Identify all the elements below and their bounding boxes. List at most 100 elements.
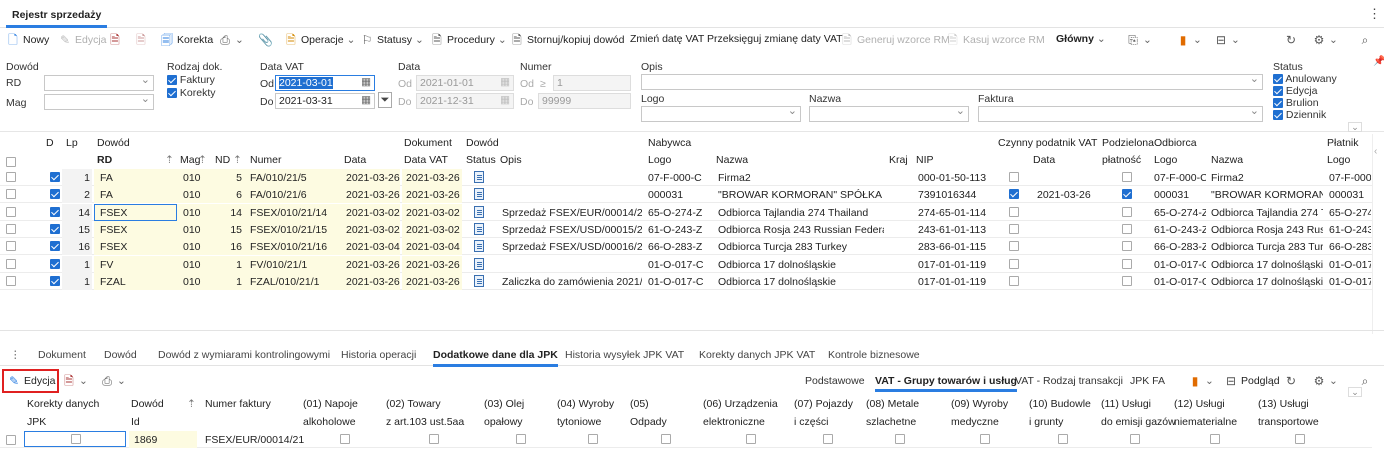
gtu-checkbox-11[interactable] — [1130, 434, 1140, 444]
jpk-col-header-sub-14[interactable]: niematerialne — [1174, 416, 1237, 428]
gtu-checkbox-13[interactable] — [1295, 434, 1305, 444]
statusy-button[interactable]: ⚐ Statusy ⌄ — [360, 33, 424, 47]
gtu-checkbox-12[interactable] — [1210, 434, 1220, 444]
d-checkbox[interactable] — [50, 223, 60, 234]
col-kraj[interactable]: Kraj — [889, 154, 908, 166]
gtu-checkbox-8[interactable] — [895, 434, 905, 444]
subtab-vat-rodzaj[interactable]: VAT - Rodzaj transakcji — [1015, 375, 1123, 387]
tab-historia-wysylek[interactable]: Historia wysyłek JPK VAT — [565, 349, 684, 361]
vertical-scrollbar[interactable]: ‹ — [1372, 134, 1384, 334]
jpk-col-header-sub-0[interactable]: JPK — [27, 416, 46, 428]
d-checkbox[interactable] — [50, 241, 60, 252]
przeksieguj-button[interactable]: Przeksięguj zmianę daty VAT — [707, 33, 843, 45]
table-row[interactable]: 16 FSEX 010 16 FSEX/010/21/16 2021-03-04 2021-… — [0, 238, 1372, 256]
detail-search-button[interactable]: ⌕ — [1358, 374, 1372, 388]
chevron-left-icon[interactable]: ‹ — [1374, 146, 1377, 157]
jpk-col-header-sub-12[interactable]: i grunty — [1029, 416, 1063, 428]
row-select-checkbox[interactable] — [6, 258, 16, 269]
data-vat-od-input[interactable]: 2021-03-01 ▦ — [275, 75, 375, 91]
tab-dowod-wymiary[interactable]: Dowód z wymiarami kontrolingowymi — [158, 349, 330, 361]
row-select-checkbox[interactable] — [6, 434, 16, 446]
col-nazwa[interactable]: Nazwa — [716, 154, 748, 166]
d-checkbox[interactable] — [50, 172, 60, 182]
col-logo[interactable]: Logo — [648, 154, 671, 166]
jpk-col-header-1[interactable]: Dowód — [131, 398, 164, 410]
select-all-checkbox[interactable] — [6, 156, 16, 168]
attach-button[interactable]: 📎 — [258, 33, 273, 47]
czynny-vat-checkbox[interactable] — [1009, 189, 1019, 200]
czynny-vat-checkbox[interactable] — [1009, 206, 1019, 217]
subtab-podstawowe[interactable]: Podstawowe — [805, 375, 865, 387]
tab-korekty-jpk[interactable]: Korekty danych JPK VAT — [699, 349, 815, 361]
document-status-icon[interactable] — [474, 205, 484, 218]
czynny-vat-checkbox[interactable] — [1009, 172, 1019, 182]
col-czynny-data[interactable]: Data — [1033, 154, 1055, 166]
jpk-col-header-sub-4[interactable]: z art.103 ust.5aa — [386, 416, 464, 428]
jpk-col-header-sub-5[interactable]: opałowy — [484, 416, 523, 428]
table-row[interactable]: 1 FA 010 5 FA/010/21/5 2021-03-26 2021-03-26 07… — [0, 169, 1372, 186]
col-rd[interactable]: RD — [97, 154, 112, 166]
logo-select[interactable] — [641, 104, 801, 122]
row-select-checkbox[interactable] — [6, 241, 16, 252]
mag-select[interactable] — [44, 92, 154, 110]
jpk-col-header-10[interactable]: (08) Metale — [866, 398, 919, 410]
tab-kontrole[interactable]: Kontrole biznesowe — [828, 349, 920, 361]
tab-dowod[interactable]: Dowód — [104, 349, 137, 361]
document-status-icon[interactable] — [474, 240, 484, 253]
jpk-col-header-sub-6[interactable]: tytoniowe — [557, 416, 601, 428]
korekty-checkbox[interactable]: Korekty — [167, 87, 216, 99]
new-button[interactable]: 🗋 Nowy — [6, 33, 49, 47]
detail-edit-button[interactable]: ✎ Edycja — [7, 374, 56, 388]
jpk-col-header-3[interactable]: (01) Napoje — [303, 398, 358, 410]
gtu-checkbox-3[interactable] — [516, 434, 526, 444]
info-doc-button[interactable]: 🗎 — [108, 33, 122, 47]
jpk-col-header-0[interactable]: Korekty danych — [27, 398, 99, 410]
gtu-checkbox-4[interactable] — [588, 434, 598, 444]
calendar-icon[interactable]: ▦ — [361, 94, 371, 106]
jpk-col-header-sub-1[interactable]: Id — [131, 416, 140, 428]
search-button[interactable]: ⌕ — [1358, 33, 1372, 47]
jpk-col-header-sub-3[interactable]: alkoholowe — [303, 416, 356, 428]
podzielona-checkbox[interactable] — [1122, 258, 1132, 269]
collapse-chevron-icon[interactable]: ⌄ — [1348, 387, 1362, 397]
col-nip[interactable]: NIP — [916, 154, 934, 166]
sort-icon[interactable]: ⇡ — [233, 154, 242, 166]
col-opis[interactable]: Opis — [500, 154, 522, 166]
podzielona-checkbox[interactable] — [1122, 189, 1132, 200]
row-select-checkbox[interactable] — [6, 275, 16, 286]
print-button[interactable]: ⎙ ⌄ — [218, 33, 244, 47]
detail-info-button[interactable]: 🗎 ⌄ — [62, 374, 88, 388]
jpk-col-header-15[interactable]: (13) Usługi — [1258, 398, 1309, 410]
gtu-checkbox-2[interactable] — [429, 434, 439, 444]
d-checkbox[interactable] — [50, 275, 60, 286]
jpk-col-header-sub-13[interactable]: do emisji gazów — [1101, 416, 1176, 428]
tab-dodatkowe-dane-jpk[interactable]: Dodatkowe dane dla JPK — [433, 349, 558, 367]
col-lp[interactable]: Lp — [66, 137, 78, 149]
jpk-col-header-sub-11[interactable]: medyczne — [951, 416, 999, 428]
gtu-checkbox-9[interactable] — [980, 434, 990, 444]
jpk-col-header-7[interactable]: (05) — [630, 398, 649, 410]
jpk-col-header-11[interactable]: (09) Wyroby — [951, 398, 1008, 410]
podzielona-checkbox[interactable] — [1122, 223, 1132, 234]
zmien-date-vat-button[interactable]: Zmień datę VAT — [630, 33, 704, 45]
refresh-button[interactable]: ↻ — [1284, 33, 1298, 47]
export-button[interactable]: ⎘ ⌄ — [1126, 33, 1152, 47]
czynny-vat-checkbox[interactable] — [1009, 258, 1019, 269]
table-row[interactable]: 1 FZAL 010 1 FZAL/010/21/1 2021-03-26 2021-03-… — [0, 272, 1372, 290]
collapse-chevron-icon[interactable]: ⌄ — [1348, 122, 1362, 132]
col-platnosc[interactable]: płatność — [1102, 154, 1141, 166]
faktura-select[interactable] — [978, 104, 1263, 122]
jpk-col-header-12[interactable]: (10) Budowle — [1029, 398, 1091, 410]
delete-doc-button[interactable]: 🗎 — [134, 33, 148, 47]
jpk-col-header-sub-10[interactable]: szlachetne — [866, 416, 916, 428]
focused-cell[interactable] — [94, 203, 177, 221]
jpk-col-header-13[interactable]: (11) Usługi — [1101, 398, 1151, 410]
jpk-col-header-sub-8[interactable]: elektroniczne — [703, 416, 765, 428]
subtab-vat-grupy[interactable]: VAT - Grupy towarów i usług — [875, 375, 1017, 392]
splitter[interactable] — [0, 330, 1384, 331]
sort-icon[interactable]: ⇡ — [187, 398, 196, 410]
jpk-col-header-9[interactable]: (07) Pojazdy — [794, 398, 853, 410]
col-data-vat[interactable]: Data VAT — [404, 154, 448, 166]
d-checkbox[interactable] — [50, 206, 60, 217]
table-row[interactable]: 15 FSEX 010 15 FSEX/010/21/15 2021-03-02 2021-… — [0, 220, 1372, 238]
